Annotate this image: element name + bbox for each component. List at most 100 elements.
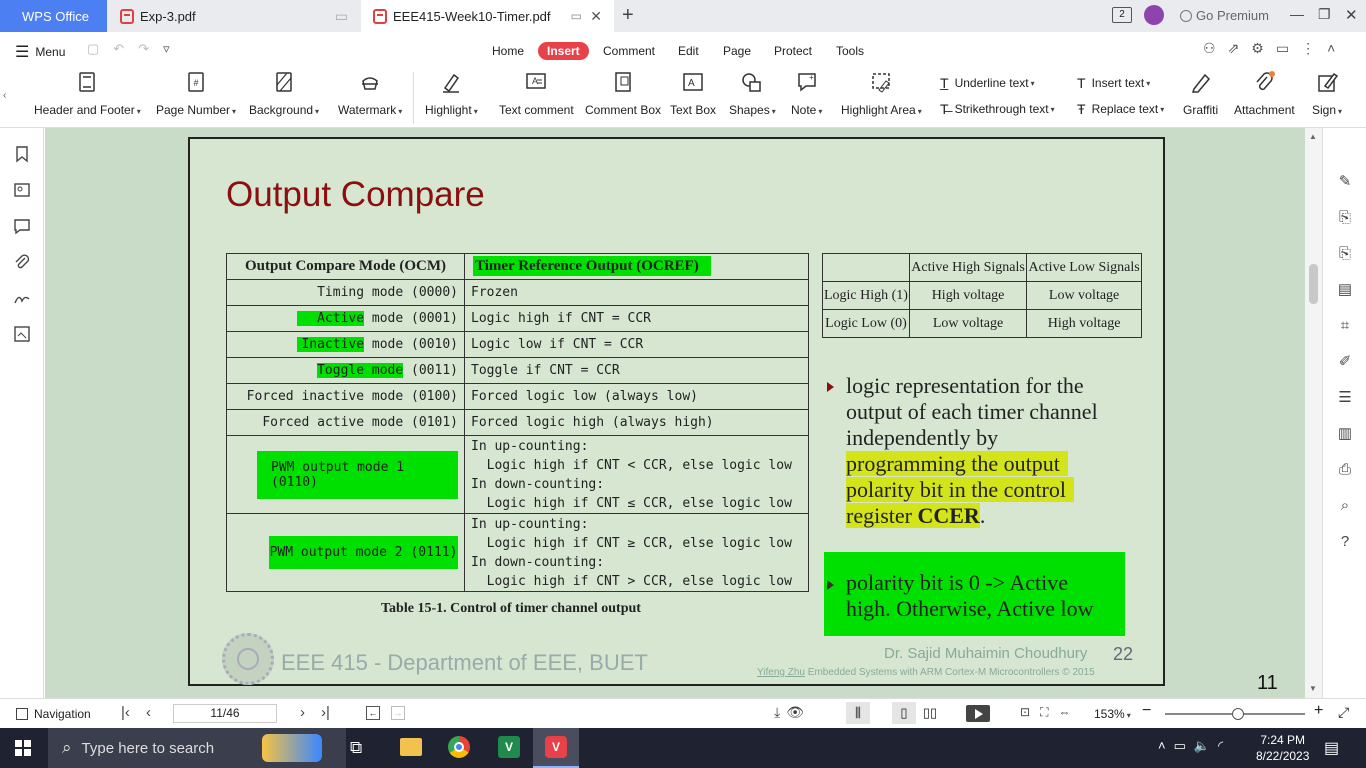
file-explorer-icon[interactable] <box>400 738 422 756</box>
tab-tools[interactable]: Tools <box>836 42 864 60</box>
wps-pdf-taskbar-button[interactable]: V <box>533 728 579 768</box>
menu-button[interactable]: ☰ Menu <box>15 42 65 62</box>
actual-size-icon[interactable]: ⊡ <box>1020 705 1040 719</box>
gear-icon[interactable]: ⚙ <box>1251 40 1276 56</box>
thumbnail-icon[interactable] <box>13 181 31 199</box>
undo-icon[interactable]: ↶ <box>113 41 138 56</box>
first-page-icon[interactable]: |‹ <box>121 704 130 721</box>
prev-page-icon[interactable]: ‹ <box>146 704 151 721</box>
clock[interactable]: 7:24 PM 8/22/2023 <box>1256 732 1309 764</box>
avatar[interactable] <box>1144 5 1164 25</box>
notification-icon[interactable]: 2 <box>1112 7 1132 23</box>
tab-home[interactable]: Home <box>492 42 524 60</box>
fit-icon[interactable]: ⤓ <box>774 704 786 720</box>
chat-icon[interactable]: ▭ <box>1276 40 1301 56</box>
notifications-icon[interactable]: ▤ <box>1324 738 1339 758</box>
scroll-thumb[interactable] <box>1309 264 1318 304</box>
watermark-button[interactable]: Watermark ▾ <box>338 70 402 117</box>
zoom-in-icon[interactable]: + <box>1314 702 1323 720</box>
fit-page-icon[interactable]: ⛶ <box>1040 705 1058 719</box>
attachment-icon[interactable] <box>13 253 31 271</box>
tab-protect[interactable]: Protect <box>774 42 812 60</box>
scan-icon[interactable]: ⌗ <box>1335 308 1355 344</box>
spreadsheet-icon[interactable]: V <box>498 736 520 758</box>
tab-edit[interactable]: Edit <box>678 42 699 60</box>
go-premium-button[interactable]: Go Premium <box>1180 8 1269 23</box>
edit-icon[interactable]: ✎ <box>1335 164 1355 200</box>
highlight-area-button[interactable]: Highlight Area ▾ <box>841 70 922 117</box>
tab-week10-timer[interactable]: EEE415-Week10-Timer.pdf ▭ ✕ <box>361 0 614 32</box>
fit-width-icon[interactable]: ⇔ <box>1058 705 1080 719</box>
zoom-out-icon[interactable]: − <box>1142 702 1151 720</box>
graffiti-button[interactable]: Graffiti <box>1183 70 1218 117</box>
collapse-icon[interactable]: ˄ <box>1327 40 1347 56</box>
tab-insert[interactable]: Insert <box>538 42 589 60</box>
task-view-icon[interactable]: ⧉ <box>350 738 362 758</box>
scroll-down-icon[interactable]: ▼ <box>1309 684 1317 693</box>
attachment-button[interactable]: Attachment <box>1234 70 1295 117</box>
note-button[interactable]: + Note ▾ <box>791 70 822 117</box>
monitor-icon[interactable]: ▭ <box>571 9 582 23</box>
bookmark-icon[interactable] <box>13 145 31 163</box>
forward-icon[interactable]: → <box>391 706 405 720</box>
zoom-level[interactable]: 153% ▾ <box>1094 707 1131 721</box>
comment-box-button[interactable]: Comment Box <box>585 70 661 117</box>
share-icon[interactable]: ⇗ <box>1228 40 1252 56</box>
tab-exp3[interactable]: Exp-3.pdf ▭ <box>108 0 360 32</box>
volume-icon[interactable]: 🔈 <box>1194 738 1218 753</box>
text-comment-button[interactable]: A Text comment <box>499 70 574 117</box>
back-icon[interactable]: ← <box>366 706 380 720</box>
compress-icon[interactable]: ▤ <box>1335 272 1355 308</box>
navigation-button[interactable]: Navigation <box>16 707 91 721</box>
more-icon[interactable]: ⋮ <box>1301 40 1327 56</box>
fullscreen-icon[interactable]: ⤢ <box>1338 704 1349 721</box>
tab-wps-office[interactable]: WPS Office <box>0 0 107 32</box>
redo-icon[interactable]: ↷ <box>138 41 163 56</box>
ribbon-scroll-left-icon[interactable]: ‹ <box>3 90 6 101</box>
taskbar-search[interactable]: ⌕ Type here to search <box>48 728 346 768</box>
header-footer-button[interactable]: Header and Footer ▾ <box>34 70 141 117</box>
page-input[interactable]: 11/46 <box>173 704 277 723</box>
tab-page[interactable]: Page <box>723 42 751 60</box>
underline-text-button[interactable]: T̲ Underline text ▾ <box>940 75 1035 91</box>
monitor-icon[interactable]: ▭ <box>335 8 348 25</box>
insert-text-button[interactable]: T Insert text ▾ <box>1077 75 1150 91</box>
sign-button[interactable]: Sign ▾ <box>1312 70 1342 117</box>
text-box-button[interactable]: A Text Box <box>670 70 716 117</box>
convert-icon[interactable]: ⎘ <box>1335 236 1355 272</box>
next-page-icon[interactable]: › <box>300 704 305 721</box>
export-icon[interactable]: ⎘ <box>1335 200 1355 236</box>
close-icon[interactable]: ✕ <box>590 8 602 25</box>
restore-icon[interactable]: ❐ <box>1318 6 1331 23</box>
chrome-icon[interactable] <box>448 736 470 758</box>
background-button[interactable]: Background ▾ <box>249 70 319 117</box>
minimize-icon[interactable]: — <box>1290 6 1304 22</box>
highlight-button[interactable]: Highlight ▾ <box>425 70 478 117</box>
single-page-icon[interactable]: ⫼ <box>846 702 870 724</box>
two-page-icon[interactable]: ▯▯ <box>920 702 940 724</box>
signature-icon[interactable] <box>13 289 31 307</box>
tab-comment[interactable]: Comment <box>603 42 655 60</box>
continuous-icon[interactable]: ▯ <box>892 702 916 724</box>
help-icon[interactable]: ? <box>1335 524 1355 560</box>
save-icon[interactable]: ▢ <box>87 41 113 56</box>
dropdown-icon[interactable]: ▿ <box>163 41 184 56</box>
battery-icon[interactable]: ▭ <box>1174 738 1194 753</box>
form-icon[interactable] <box>13 325 31 343</box>
windows-start-icon[interactable] <box>15 740 31 756</box>
page-number-button[interactable]: # Page Number ▾ <box>156 70 236 117</box>
strikethrough-text-button[interactable]: T̶ Strikethrough text ▾ <box>940 101 1055 117</box>
window-close-icon[interactable]: ✕ <box>1345 6 1358 24</box>
align-icon[interactable]: ☰ <box>1335 380 1355 416</box>
zoom-slider[interactable] <box>1165 708 1305 720</box>
scroll-up-icon[interactable]: ▲ <box>1309 132 1317 141</box>
vertical-scrollbar[interactable]: ▲ ▼ <box>1305 128 1322 698</box>
user-icon[interactable]: ⚇ <box>1203 40 1228 56</box>
comment-icon[interactable] <box>13 217 31 235</box>
pen-tool-icon[interactable]: ✐ <box>1335 344 1355 380</box>
replace-text-button[interactable]: Ŧ Replace text ▾ <box>1077 101 1164 117</box>
new-tab-icon[interactable]: + <box>622 4 634 27</box>
shapes-button[interactable]: Shapes ▾ <box>729 70 776 117</box>
tray-chevron-icon[interactable]: ˄ <box>1158 738 1174 753</box>
zoom-slider-handle[interactable] <box>1232 708 1244 720</box>
